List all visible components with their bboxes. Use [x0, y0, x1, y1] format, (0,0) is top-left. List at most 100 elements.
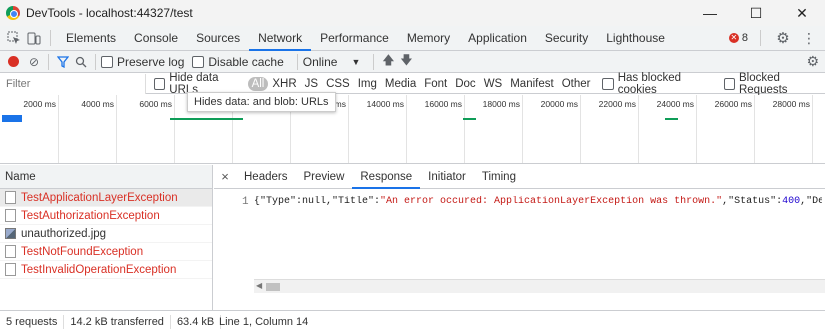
checkbox-box[interactable] — [192, 55, 205, 68]
close-detail-icon[interactable]: × — [214, 169, 236, 184]
timeline-request-bar — [2, 115, 22, 122]
has-blocked-cookies-checkbox[interactable]: Has blocked cookies — [602, 72, 715, 96]
document-file-icon — [5, 245, 16, 258]
scrollbar-thumb[interactable] — [266, 283, 280, 291]
search-icon[interactable] — [72, 53, 90, 71]
export-har-icon[interactable]: 🡇 — [397, 53, 415, 71]
tab-preview[interactable]: Preview — [295, 165, 352, 189]
record-icon[interactable] — [8, 56, 19, 67]
request-row[interactable]: TestInvalidOperationException — [0, 261, 212, 279]
tab-headers[interactable]: Headers — [236, 165, 295, 189]
tab-performance[interactable]: Performance — [311, 26, 398, 51]
tab-sources[interactable]: Sources — [187, 26, 249, 51]
timeline-tick-label: 18000 ms — [482, 99, 520, 109]
disable-cache-checkbox[interactable]: Disable cache — [192, 54, 284, 69]
preserve-log-checkbox[interactable]: Preserve log — [101, 55, 184, 69]
device-toolbar-icon[interactable] — [24, 28, 44, 48]
type-filter-all[interactable]: All — [247, 76, 269, 91]
tab-console[interactable]: Console — [125, 26, 187, 51]
network-toolbar: ⊘ Preserve log Disable cache Online ▼ 🡅 … — [0, 51, 825, 73]
tab-application[interactable]: Application — [459, 26, 536, 51]
type-filter-media[interactable]: Media — [381, 77, 420, 91]
request-row[interactable]: unauthorized.jpg — [0, 225, 212, 243]
request-name: TestNotFoundException — [21, 245, 144, 258]
tab-timing[interactable]: Timing — [474, 165, 524, 189]
resources-size: 63.4 kB — [171, 314, 222, 329]
timeline-request-bar — [665, 118, 678, 120]
tabbar-separator — [50, 30, 51, 46]
close-window-button[interactable]: ✕ — [779, 0, 825, 26]
document-file-icon — [5, 209, 16, 222]
more-options-icon[interactable]: ⋮ — [799, 28, 819, 48]
timeline-tick-label: 2000 ms — [23, 99, 56, 109]
error-count: 8 — [741, 32, 748, 44]
tab-elements[interactable]: Elements — [57, 26, 125, 51]
type-filter-doc[interactable]: Doc — [451, 77, 479, 91]
filter-input[interactable] — [0, 73, 146, 94]
network-settings-gear-icon[interactable]: ⚙ — [806, 53, 819, 70]
document-file-icon — [5, 191, 16, 204]
timeline-request-bar — [170, 118, 243, 120]
inspect-element-icon[interactable] — [4, 28, 24, 48]
tab-lighthouse[interactable]: Lighthouse — [597, 26, 674, 51]
window-title: DevTools - localhost:44327/test — [26, 6, 193, 20]
clear-icon[interactable]: ⊘ — [25, 53, 43, 71]
window-controls: — ☐ ✕ — [687, 0, 825, 26]
timeline-tick-label: 6000 ms — [139, 99, 172, 109]
type-filter-css[interactable]: CSS — [322, 77, 354, 91]
tab-memory[interactable]: Memory — [398, 26, 459, 51]
json-number: 400 — [782, 196, 801, 207]
tab-network[interactable]: Network — [249, 26, 312, 51]
tab-security[interactable]: Security — [536, 26, 597, 51]
document-file-icon — [5, 263, 16, 276]
request-row[interactable]: TestAuthorizationException — [0, 207, 212, 225]
filter-icon[interactable] — [54, 53, 72, 71]
type-filter-js[interactable]: JS — [301, 77, 322, 91]
json-text: {"Type":null,"Title": — [254, 196, 381, 207]
request-name: TestInvalidOperationException — [21, 263, 177, 276]
devtools-tabbar: Elements Console Sources Network Perform… — [0, 26, 825, 51]
request-name: unauthorized.jpg — [21, 227, 107, 240]
throttling-select[interactable]: Online ▼ — [303, 55, 361, 69]
window-titlebar: DevTools - localhost:44327/test — ☐ ✕ — [0, 0, 825, 26]
timeline-tick-label: 20000 ms — [540, 99, 578, 109]
toolbar-separator — [373, 53, 375, 70]
resource-type-filters: All XHR JS CSS Img Media Font Doc WS Man… — [247, 76, 595, 91]
blocked-requests-label: Blocked Requests — [738, 71, 788, 96]
disable-cache-label: Disable cache — [208, 54, 284, 69]
toolbar-separator — [95, 53, 96, 70]
type-filter-other[interactable]: Other — [558, 77, 595, 91]
toolbar-separator — [296, 53, 298, 70]
scroll-left-icon[interactable]: ◀ — [256, 281, 262, 290]
minimize-button[interactable]: — — [687, 0, 733, 26]
preserve-log-label: Preserve log — [117, 54, 185, 69]
tab-response[interactable]: Response — [352, 165, 420, 189]
request-count: 5 requests — [0, 314, 65, 329]
request-row[interactable]: TestApplicationLayerException — [0, 189, 212, 207]
timeline-overview[interactable]: 2000 ms 4000 ms 6000 ms 0 ms 14000 ms 16… — [0, 95, 825, 164]
checkbox-box[interactable] — [602, 77, 614, 90]
request-row[interactable]: TestNotFoundException — [0, 243, 212, 261]
timeline-tick-label: 24000 ms — [656, 99, 694, 109]
error-counter[interactable]: ✕ 8 — [728, 32, 748, 44]
maximize-button[interactable]: ☐ — [733, 0, 779, 26]
horizontal-scrollbar[interactable]: ◀ — [254, 279, 825, 293]
type-filter-img[interactable]: Img — [354, 77, 381, 91]
import-har-icon[interactable]: 🡅 — [379, 53, 397, 71]
checkbox-box[interactable] — [101, 55, 113, 68]
checkbox-box[interactable] — [723, 77, 735, 90]
chevron-down-icon: ▼ — [351, 56, 361, 67]
type-filter-manifest[interactable]: Manifest — [506, 77, 557, 91]
settings-gear-icon[interactable]: ⚙ — [773, 28, 793, 48]
type-filter-font[interactable]: Font — [420, 77, 451, 91]
blocked-requests-checkbox[interactable]: Blocked Requests — [723, 71, 825, 96]
json-string: "An error occured: ApplicationLayerExcep… — [380, 196, 723, 207]
checkbox-box[interactable] — [154, 77, 166, 90]
type-filter-xhr[interactable]: XHR — [268, 77, 300, 91]
tab-initiator[interactable]: Initiator — [420, 165, 474, 189]
type-filter-ws[interactable]: WS — [480, 77, 507, 91]
response-body[interactable]: 1 {"Type":null,"Title":"An error occured… — [214, 189, 825, 293]
timeline-tick-label: 22000 ms — [598, 99, 636, 109]
name-column-header[interactable]: Name — [0, 165, 212, 189]
timeline-tick-label: 16000 ms — [424, 99, 462, 109]
